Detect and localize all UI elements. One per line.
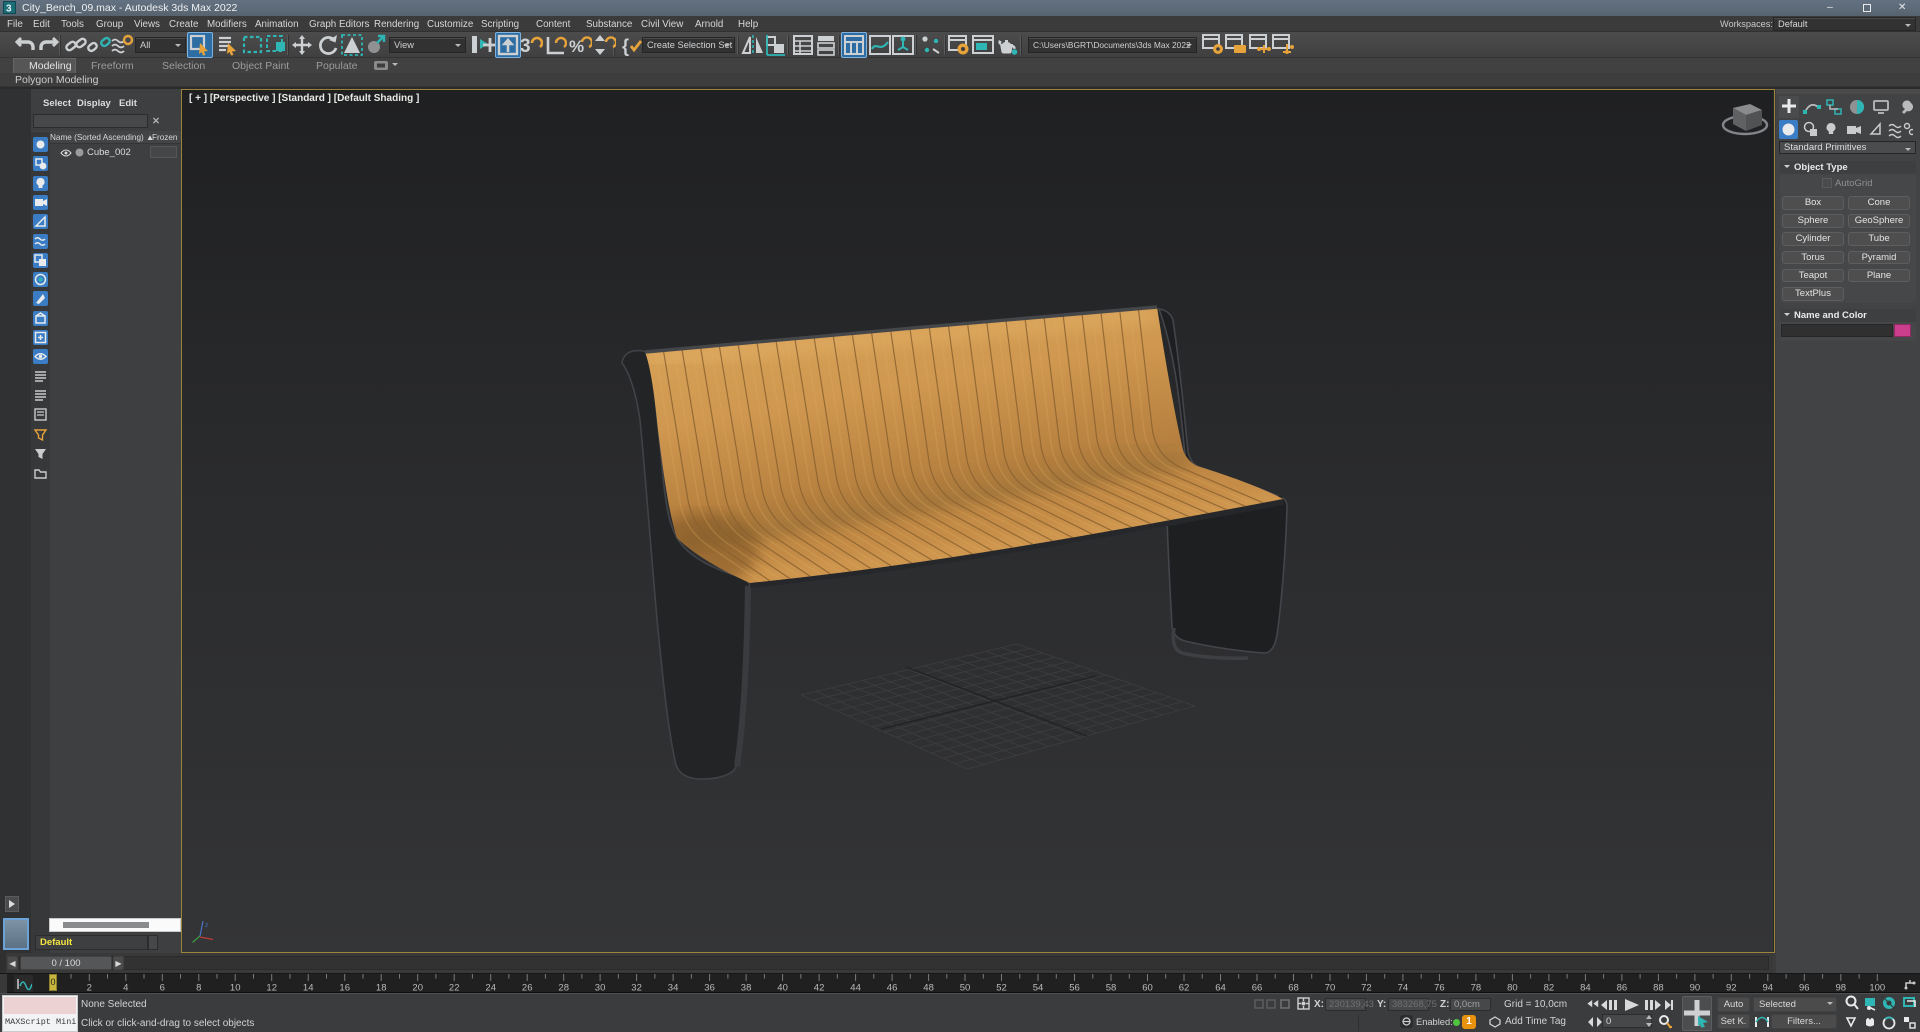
svg-text:66: 66	[1252, 983, 1263, 994]
svg-text:40: 40	[777, 983, 788, 994]
svg-text:8: 8	[196, 983, 201, 994]
svg-text:42: 42	[814, 983, 825, 994]
svg-text:{: {	[622, 36, 629, 56]
svg-text:12: 12	[266, 983, 277, 994]
svg-text:20: 20	[412, 983, 423, 994]
svg-text:18: 18	[376, 983, 387, 994]
svg-text:34: 34	[668, 983, 679, 994]
svg-text:98: 98	[1836, 983, 1847, 994]
svg-text:94: 94	[1763, 983, 1774, 994]
svg-text:36: 36	[704, 983, 715, 994]
svg-text:4: 4	[123, 983, 128, 994]
svg-text:80: 80	[1507, 983, 1518, 994]
svg-text:54: 54	[1033, 983, 1044, 994]
svg-text:24: 24	[485, 983, 496, 994]
svg-text:84: 84	[1580, 983, 1591, 994]
svg-text:48: 48	[923, 983, 934, 994]
svg-text:70: 70	[1325, 983, 1336, 994]
svg-text:38: 38	[741, 983, 752, 994]
svg-text:30: 30	[595, 983, 606, 994]
svg-text:88: 88	[1653, 983, 1664, 994]
svg-text:64: 64	[1215, 983, 1226, 994]
svg-text:72: 72	[1361, 983, 1372, 994]
svg-text:76: 76	[1434, 983, 1445, 994]
svg-text:100: 100	[1869, 983, 1885, 994]
svg-text:78: 78	[1471, 983, 1482, 994]
svg-text:56: 56	[1069, 983, 1080, 994]
svg-text:50: 50	[960, 983, 971, 994]
svg-text:10: 10	[230, 983, 241, 994]
svg-text:62: 62	[1179, 983, 1190, 994]
svg-text:96: 96	[1799, 983, 1810, 994]
svg-text:86: 86	[1617, 983, 1628, 994]
svg-text:82: 82	[1544, 983, 1555, 994]
svg-text:16: 16	[339, 983, 350, 994]
svg-text:68: 68	[1288, 983, 1299, 994]
svg-text:90: 90	[1690, 983, 1701, 994]
svg-text:2: 2	[87, 983, 92, 994]
svg-text:26: 26	[522, 983, 533, 994]
svg-text:92: 92	[1726, 983, 1737, 994]
svg-text:28: 28	[558, 983, 569, 994]
svg-text:46: 46	[887, 983, 898, 994]
svg-text:14: 14	[303, 983, 314, 994]
svg-text:44: 44	[850, 983, 861, 994]
svg-text:74: 74	[1398, 983, 1409, 994]
svg-text:3: 3	[520, 36, 531, 57]
svg-text:22: 22	[449, 983, 460, 994]
svg-text:6: 6	[160, 983, 165, 994]
svg-text:32: 32	[631, 983, 642, 994]
svg-text:60: 60	[1142, 983, 1153, 994]
svg-text:z: z	[205, 922, 208, 929]
svg-text:52: 52	[996, 983, 1007, 994]
svg-text:3: 3	[6, 4, 12, 15]
svg-text:58: 58	[1106, 983, 1117, 994]
